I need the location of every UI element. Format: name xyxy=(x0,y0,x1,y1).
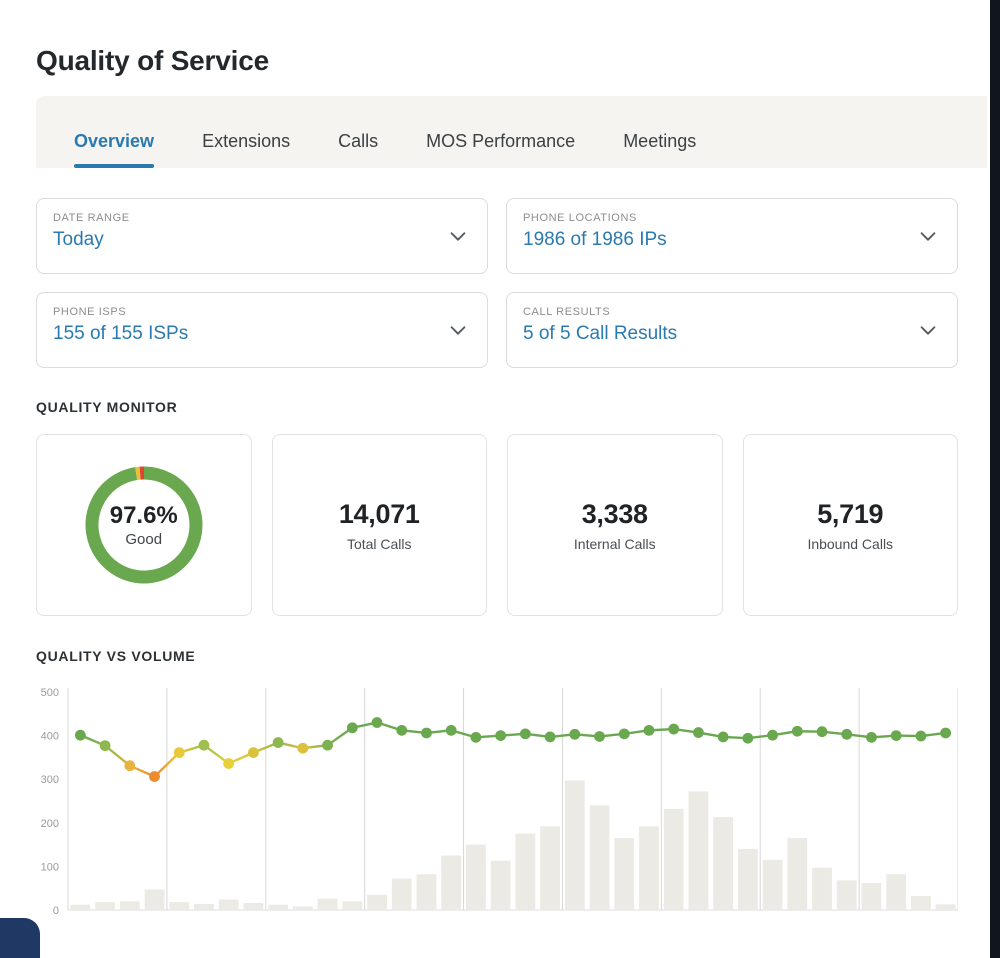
filter-label: PHONE ISPS xyxy=(53,306,471,318)
chevron-down-icon[interactable] xyxy=(917,225,939,247)
quality-donut-chart: 97.6% Good xyxy=(77,458,211,592)
kpi-card-inbound-calls[interactable]: 5,719 Inbound Calls xyxy=(743,434,959,616)
tab-overview[interactable]: Overview xyxy=(74,131,154,168)
quality-vs-volume-heading: QUALITY VS VOLUME xyxy=(36,648,195,664)
window-frame-edge xyxy=(990,0,1000,958)
filter-label: PHONE LOCATIONS xyxy=(523,212,941,224)
svg-text:500: 500 xyxy=(41,687,59,699)
filter-date-range[interactable]: DATE RANGE Today xyxy=(36,198,488,274)
donut-status: Good xyxy=(125,531,162,548)
svg-text:100: 100 xyxy=(41,861,59,873)
kpi-label: Internal Calls xyxy=(574,536,656,552)
page-title: Quality of Service xyxy=(36,45,269,77)
filter-phone-isps[interactable]: PHONE ISPS 155 of 155 ISPs xyxy=(36,292,488,368)
filter-bar: DATE RANGE Today PHONE LOCATIONS 1986 of… xyxy=(36,198,958,368)
kpi-label: Total Calls xyxy=(347,536,412,552)
filter-value: 1986 of 1986 IPs xyxy=(523,229,941,251)
tab-calls[interactable]: Calls xyxy=(338,131,378,168)
filter-call-results[interactable]: CALL RESULTS 5 of 5 Call Results xyxy=(506,292,958,368)
quality-vs-volume-chart[interactable]: 0 100 200 300 400 500 xyxy=(36,680,958,932)
svg-text:200: 200 xyxy=(41,818,59,830)
kpi-value: 3,338 xyxy=(582,499,648,530)
quality-monitor-cards: 97.6% Good 14,071 Total Calls 3,338 Inte… xyxy=(36,434,958,616)
donut-percent: 97.6% xyxy=(110,502,178,530)
tab-meetings[interactable]: Meetings xyxy=(623,131,696,168)
svg-text:0: 0 xyxy=(53,905,59,917)
chevron-down-icon[interactable] xyxy=(447,319,469,341)
svg-text:400: 400 xyxy=(41,731,59,743)
svg-text:300: 300 xyxy=(41,774,59,786)
kpi-card-quality-donut[interactable]: 97.6% Good xyxy=(36,434,252,616)
filter-label: DATE RANGE xyxy=(53,212,471,224)
tab-label: Meetings xyxy=(623,131,696,151)
tab-extensions[interactable]: Extensions xyxy=(202,131,290,168)
tab-bar: Overview Extensions Calls MOS Performanc… xyxy=(36,96,990,168)
quality-monitor-heading: QUALITY MONITOR xyxy=(36,399,177,415)
kpi-card-total-calls[interactable]: 14,071 Total Calls xyxy=(272,434,488,616)
kpi-value: 5,719 xyxy=(817,499,883,530)
filter-value: Today xyxy=(53,229,471,251)
app-page: Quality of Service Overview Extensions C… xyxy=(0,0,1000,958)
kpi-value: 14,071 xyxy=(339,499,420,530)
donut-center-label: 97.6% Good xyxy=(77,458,211,592)
chevron-down-icon[interactable] xyxy=(917,319,939,341)
tab-label: Calls xyxy=(338,131,378,151)
tab-label: MOS Performance xyxy=(426,131,575,151)
kpi-label: Inbound Calls xyxy=(807,536,893,552)
filter-value: 5 of 5 Call Results xyxy=(523,323,941,345)
kpi-card-internal-calls[interactable]: 3,338 Internal Calls xyxy=(507,434,723,616)
sidebar-corner-decoration xyxy=(0,918,40,958)
filter-value: 155 of 155 ISPs xyxy=(53,323,471,345)
chevron-down-icon[interactable] xyxy=(447,225,469,247)
tab-label: Extensions xyxy=(202,131,290,151)
filter-phone-locations[interactable]: PHONE LOCATIONS 1986 of 1986 IPs xyxy=(506,198,958,274)
tab-mos-performance[interactable]: MOS Performance xyxy=(426,131,575,168)
tab-label: Overview xyxy=(74,131,154,151)
filter-label: CALL RESULTS xyxy=(523,306,941,318)
